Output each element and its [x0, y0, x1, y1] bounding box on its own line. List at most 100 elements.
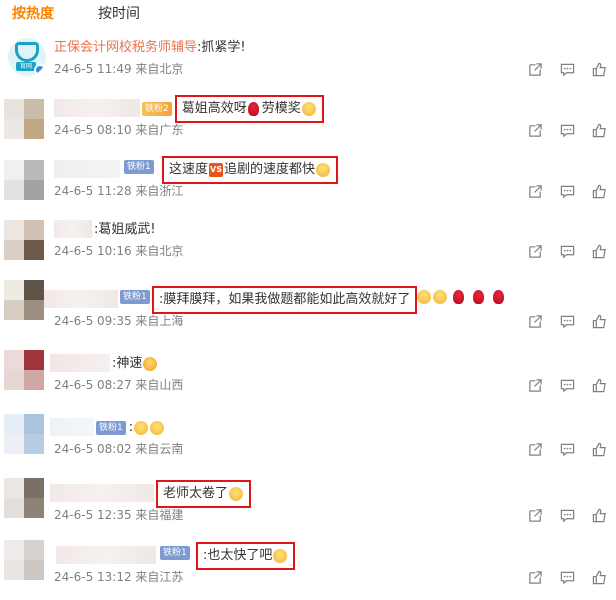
comment-item: 铁粉1 :膜拜膜拜，如果我做题都能如此高效就好了 24-6-5 09:35 来自…: [0, 280, 616, 350]
comment-meta: 24-6-5 10:16 来自北京: [54, 244, 184, 258]
comment-icon[interactable]: [556, 60, 578, 78]
share-icon[interactable]: [524, 242, 546, 260]
share-icon[interactable]: [524, 121, 546, 139]
comment-meta: 24-6-5 11:49 来自北京: [54, 62, 184, 76]
comment-actions: [524, 440, 610, 458]
comment-actions: [524, 242, 610, 260]
comment-text: 葛姐高效呀: [181, 101, 247, 116]
like-icon[interactable]: [588, 60, 610, 78]
comment-actions: [524, 182, 610, 200]
comment-meta: 24-6-5 09:35 来自上海: [54, 314, 184, 328]
comment-item: :神速 24-6-5 08:27 来自山西: [0, 350, 616, 414]
avatar[interactable]: [4, 350, 44, 390]
highlighted-comment: :膜拜膜拜，如果我做题都能如此高效就好了: [152, 286, 418, 314]
avatar[interactable]: 官网: [8, 38, 46, 76]
comment-actions: [524, 312, 610, 330]
like-icon[interactable]: [588, 182, 610, 200]
avatar[interactable]: [4, 220, 44, 260]
comment-actions: [524, 121, 610, 139]
comment-actions: [524, 60, 610, 78]
fan-badge: 铁粉1: [160, 546, 190, 560]
comment-meta: 24-6-5 12:35 来自福建: [54, 508, 184, 522]
laugh-emoji-icon: [417, 290, 431, 304]
comment-meta: 24-6-5 08:10 来自广东: [54, 123, 184, 137]
comment-item: 官网 正保会计网校税务师辅导 :抓紧学! 24-6-5 11:49 来自北京: [0, 38, 616, 98]
official-badge: 官网: [16, 62, 36, 71]
share-icon[interactable]: [524, 60, 546, 78]
rose-emoji-icon: [247, 102, 259, 116]
rose-emoji-icon: [493, 290, 504, 304]
comment-icon[interactable]: [556, 121, 578, 139]
like-icon[interactable]: [588, 121, 610, 139]
highlighted-comment: 葛姐高效呀 劳模奖: [174, 95, 324, 123]
dizzy-emoji-icon: [229, 487, 244, 501]
avatar[interactable]: [4, 280, 44, 320]
blurred-nickname: [50, 484, 154, 502]
tab-by-time[interactable]: 按时间: [98, 4, 140, 26]
comment-text: :神速: [112, 356, 143, 371]
verified-icon: [34, 64, 46, 76]
like-icon[interactable]: [588, 242, 610, 260]
blurred-nickname: [50, 354, 110, 372]
fan-badge: 铁粉1: [124, 160, 154, 174]
comment-actions: [524, 376, 610, 394]
comment-meta: 24-6-5 08:02 来自云南: [54, 442, 184, 456]
comment-icon[interactable]: [556, 182, 578, 200]
rose-emoji-icon: [453, 290, 464, 304]
comment-text: :抓紧学!: [197, 40, 246, 55]
rose-emoji-icon: [473, 290, 484, 304]
share-icon[interactable]: [524, 312, 546, 330]
comment-item: 铁粉1 这速度 VS 追剧的速度都快 24-6-5 11:28 来自浙江: [0, 156, 616, 220]
laugh-emoji-icon: [316, 163, 331, 177]
avatar[interactable]: [4, 414, 44, 454]
comment-actions: [524, 568, 610, 586]
fan-badge: 铁粉1: [120, 290, 150, 304]
tab-by-hot[interactable]: 按热度: [12, 4, 54, 26]
avatar[interactable]: [4, 99, 44, 139]
blurred-nickname: [56, 546, 156, 564]
blurred-nickname: [54, 99, 140, 117]
like-icon[interactable]: [588, 312, 610, 330]
share-icon[interactable]: [524, 506, 546, 524]
like-icon[interactable]: [588, 506, 610, 524]
sad-emoji-icon: [150, 421, 165, 435]
comment-icon[interactable]: [556, 376, 578, 394]
avatar[interactable]: [4, 540, 44, 580]
comment-icon[interactable]: [556, 242, 578, 260]
comment-icon[interactable]: [556, 506, 578, 524]
comment-icon[interactable]: [556, 312, 578, 330]
blurred-nickname: [54, 220, 92, 238]
comment-meta: 24-6-5 11:28 来自浙江: [54, 184, 184, 198]
comment-text: :膜拜膜拜，如果我做题都能如此高效就好了: [159, 292, 411, 307]
comment-text: 老师太卷了: [163, 486, 229, 501]
comment-item: 铁粉2 葛姐高效呀 劳模奖 24-6-5 08:10 来自广东: [0, 95, 616, 159]
blurred-nickname: [54, 160, 120, 178]
comment-text: :也太快了吧: [203, 548, 273, 563]
comment-meta: 24-6-5 08:27 来自山西: [54, 378, 184, 392]
blurred-nickname: [50, 418, 94, 436]
comment-text: 这速度: [169, 162, 209, 177]
commenter-name[interactable]: 正保会计网校税务师辅导: [54, 38, 197, 58]
fan-badge: 铁粉1: [96, 421, 126, 435]
share-icon[interactable]: [524, 568, 546, 586]
comment-item: 铁粉1 : 24-6-5 08:02 来自云南: [0, 414, 616, 478]
medal-emoji-icon: [301, 102, 316, 116]
share-icon[interactable]: [524, 182, 546, 200]
shocked-emoji-icon: [143, 357, 158, 371]
sort-tabs: 按热度 按时间: [12, 4, 140, 26]
avatar[interactable]: [4, 478, 44, 518]
comment-meta: 24-6-5 13:12 来自江苏: [54, 570, 184, 584]
like-icon[interactable]: [588, 376, 610, 394]
sad-emoji-icon: [134, 421, 149, 435]
comment-actions: [524, 506, 610, 524]
comment-item: :葛姐威武! 24-6-5 10:16 来自北京: [0, 220, 616, 280]
like-icon[interactable]: [588, 440, 610, 458]
share-icon[interactable]: [524, 440, 546, 458]
highlighted-comment: :也太快了吧: [196, 542, 296, 570]
avatar[interactable]: [4, 160, 44, 200]
comment-icon[interactable]: [556, 440, 578, 458]
fan-badge: 铁粉2: [142, 102, 172, 116]
share-icon[interactable]: [524, 376, 546, 394]
comment-icon[interactable]: [556, 568, 578, 586]
like-icon[interactable]: [588, 568, 610, 586]
